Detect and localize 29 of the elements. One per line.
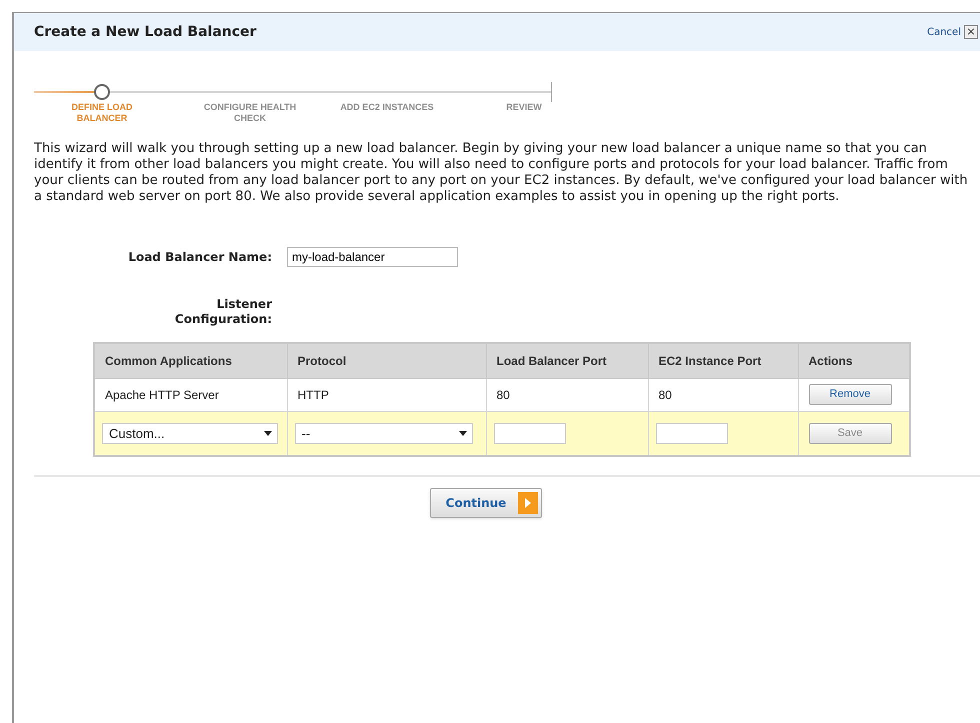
continue-button[interactable]: Continue (430, 488, 542, 518)
dropdown[interactable]: -- (294, 422, 472, 444)
caret-icon (264, 430, 272, 436)
cancel-link[interactable]: Cancel (927, 24, 961, 40)
column-header: Protocol (298, 354, 346, 368)
step-label: DEFINE LOAD BALANCER (70, 102, 134, 124)
intro-paragraph: This wizard will walk you through setting up a new load balancer. Begin by giving your new load balancer a unique name so that you can identify it from other load balancers you might create. You will also need to configure ports and protocols for your load balancer. Traffic from your clients can be routed from any load balancer port to any port on your EC2 instances. By default, we've configured your load balancer with a standard web server on port 80. We also provide several application examples to assist you in opening up the right ports. (34, 141, 969, 205)
input-field[interactable]: my-load-balancer (287, 247, 458, 267)
field-label: Listener Configuration: (174, 297, 272, 327)
action-button[interactable]: Remove (808, 384, 892, 405)
caret-icon (458, 430, 466, 436)
column-header: Actions (808, 354, 853, 368)
step-marker (94, 84, 110, 100)
table-cell: 80 (496, 388, 510, 402)
field-label: Load Balancer Name: (127, 249, 272, 266)
input-field[interactable] (656, 422, 728, 444)
window-title: Create a New Load Balancer (34, 22, 256, 42)
column-header: EC2 Instance Port (658, 354, 762, 368)
step-label: CONFIGURE HEALTH CHECK (202, 102, 298, 124)
table-cell: 80 (658, 388, 672, 402)
table-cell: Apache HTTP Server (105, 388, 219, 402)
table-cell: HTTP (298, 388, 329, 402)
input-field[interactable] (494, 422, 566, 444)
step-label: REVIEW (505, 102, 543, 113)
step-label: ADD EC2 INSTANCES (339, 102, 435, 113)
column-header: Load Balancer Port (496, 354, 607, 368)
dropdown[interactable]: Custom... (102, 422, 278, 444)
close-button[interactable]: × (964, 25, 978, 39)
column-header: Common Applications (105, 354, 232, 368)
